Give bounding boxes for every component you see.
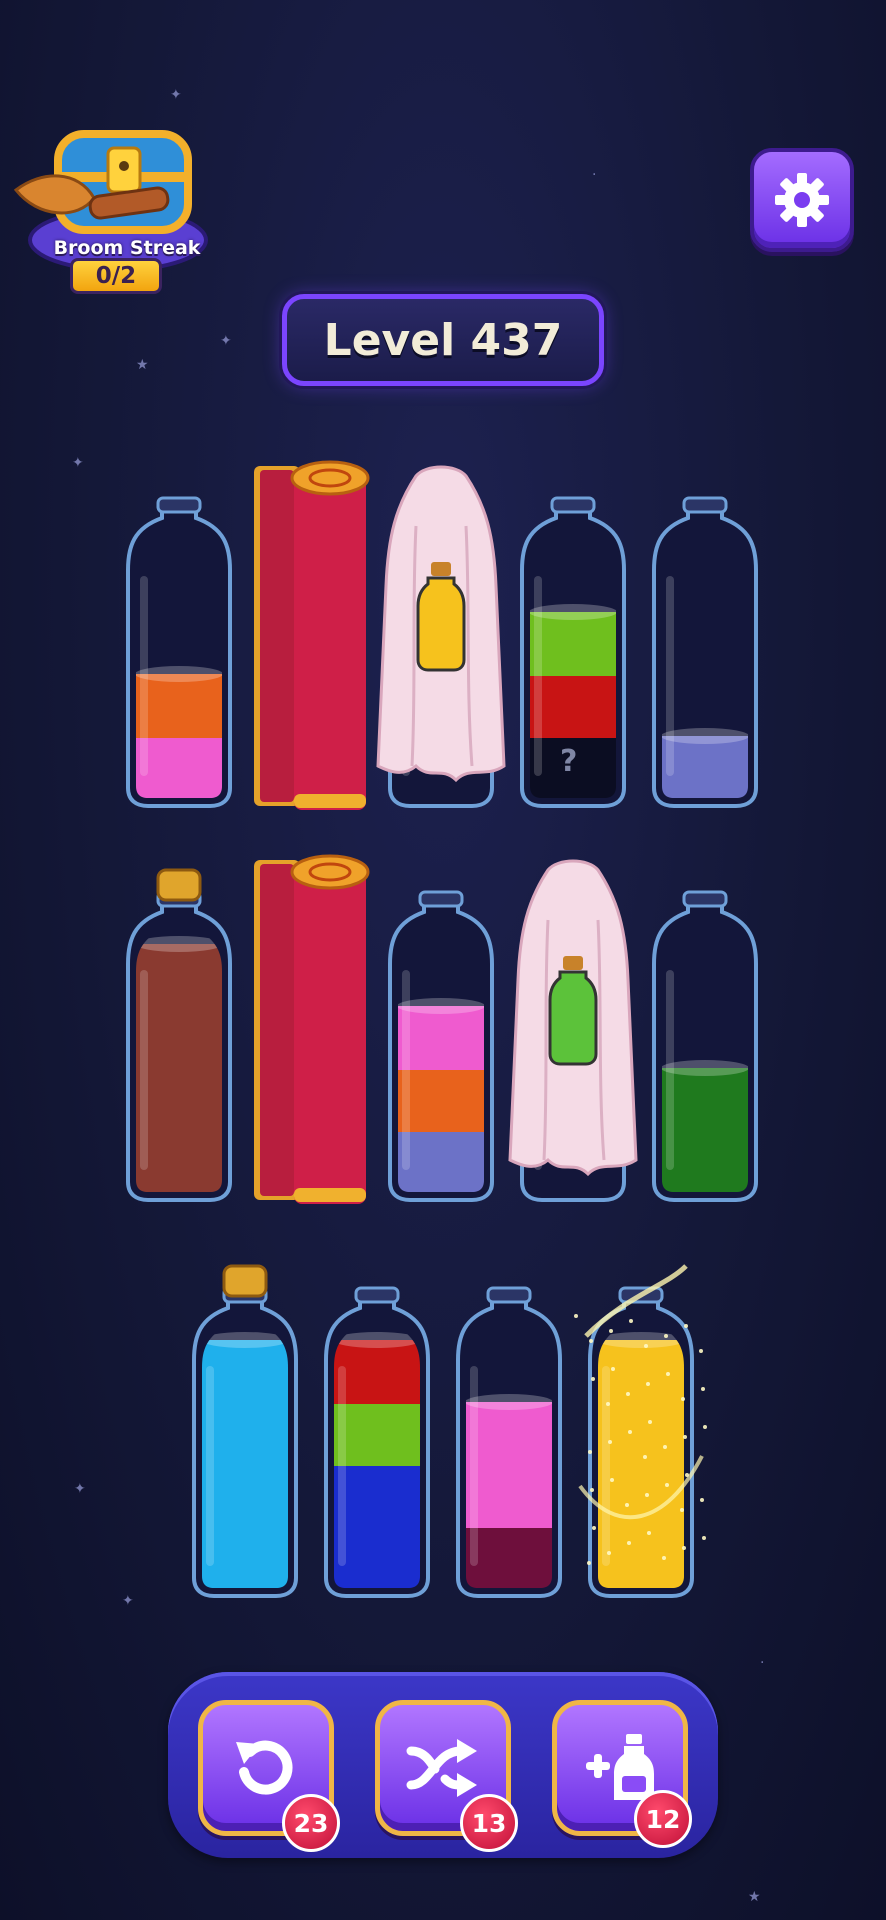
undo-icon	[236, 1740, 293, 1795]
settings-button[interactable]	[750, 148, 854, 252]
bottle-r3-b2[interactable]	[322, 1256, 432, 1598]
cloth-cover-icon	[376, 465, 506, 783]
star-decoration: ✦	[74, 1481, 86, 1497]
mystery-layer-mark: ?	[560, 744, 578, 779]
star-decoration: ·	[760, 1655, 765, 1671]
curtain-cover-icon	[254, 460, 370, 810]
bottle-r1-b1[interactable]	[124, 466, 234, 808]
bottle-r1-b2[interactable]	[254, 460, 370, 810]
bottle-graphic	[192, 1264, 298, 1598]
star-decoration: ·	[592, 167, 597, 183]
bottle-graphic	[376, 465, 506, 808]
star-decoration: ★	[748, 1889, 761, 1905]
add-bottle-count-badge: 12	[634, 1790, 692, 1848]
undo-count-badge: 23	[282, 1794, 340, 1852]
bottle-graphic	[254, 460, 370, 810]
star-decoration: ✦	[220, 333, 232, 349]
bottle-r2-b4[interactable]	[508, 859, 638, 1202]
bottle-r2-b5[interactable]	[650, 860, 760, 1202]
bottle-r2-b2[interactable]	[254, 854, 370, 1204]
star-decoration: ✦	[170, 87, 182, 103]
curtain-cover-icon	[254, 854, 370, 1204]
shuffle-count-badge: 13	[460, 1794, 518, 1852]
bottle-r1-b3[interactable]	[376, 465, 506, 808]
bottle-r1-b5[interactable]	[650, 466, 760, 808]
star-decoration: ✦	[72, 455, 84, 471]
bottle-graphic	[456, 1286, 562, 1598]
gear-icon	[775, 173, 829, 227]
shuffle-icon	[406, 1739, 477, 1797]
bottle-graphic	[652, 890, 758, 1202]
bottle-graphic	[126, 496, 232, 808]
bottle-r3-b4[interactable]	[574, 1256, 707, 1598]
bottle-graphic	[324, 1286, 430, 1598]
star-decoration: ✦	[122, 1593, 134, 1609]
bottle-graphic	[126, 868, 232, 1202]
level-indicator: Level 437	[282, 294, 604, 386]
cork-icon	[222, 1264, 268, 1298]
bottle-r2-b1[interactable]	[124, 860, 234, 1202]
star-decoration: ★	[136, 357, 149, 373]
bottle-graphic	[574, 1264, 707, 1598]
bottle-r2-b3[interactable]	[386, 860, 496, 1202]
bottle-r3-b1[interactable]	[190, 1256, 300, 1598]
bottle-graphic	[652, 496, 758, 808]
cloth-cover-icon	[508, 859, 638, 1177]
bottle-r3-b3[interactable]	[454, 1256, 564, 1598]
broom-streak-count: 0/2	[70, 258, 162, 294]
cork-icon	[156, 868, 202, 902]
level-title: Level 437	[323, 314, 563, 366]
powerup-toolbar: 23 13 12	[168, 1672, 718, 1858]
bottle-graphic	[254, 854, 370, 1204]
bottle-graphic	[388, 890, 494, 1202]
bottle-graphic	[508, 859, 638, 1202]
